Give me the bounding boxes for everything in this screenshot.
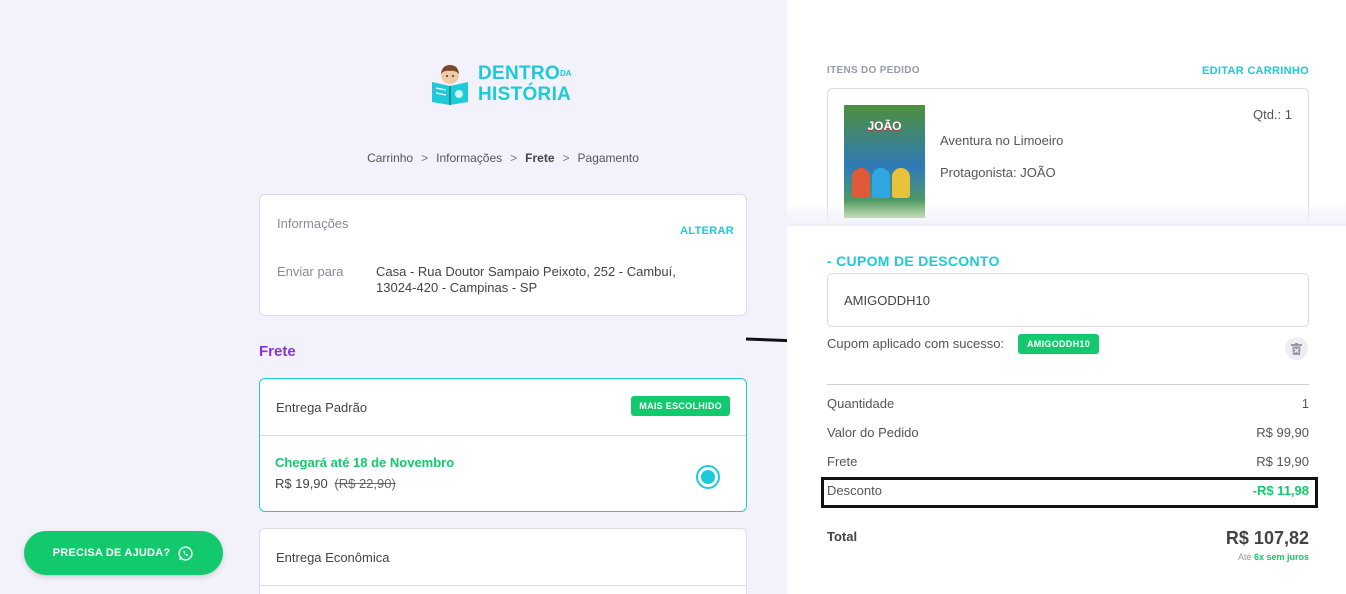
change-info-link[interactable]: ALTERAR xyxy=(680,225,734,237)
summary-value: 1 xyxy=(1301,396,1309,411)
help-whatsapp-button[interactable]: PRECISA DE AJUDA? xyxy=(24,531,223,575)
book-cover-title: JOÃO xyxy=(867,119,902,133)
coupon-success-text: Cupom aplicado com sucesso: xyxy=(827,336,1005,351)
total-value: R$ 107,82 xyxy=(1225,528,1309,548)
summary-freight-row: Frete R$ 19,90 xyxy=(827,454,1309,469)
breadcrumb-payment: Pagamento xyxy=(577,151,639,165)
shipping-option-name: Entrega Padrão xyxy=(276,400,368,415)
shipping-option-name: Entrega Econômica xyxy=(276,550,390,565)
cover-character xyxy=(872,168,890,198)
total-label: Total xyxy=(827,529,858,544)
whatsapp-icon xyxy=(178,545,193,561)
shipping-option-standard[interactable]: Entrega Padrão MAIS ESCOLHIDO Chegará at… xyxy=(259,378,747,512)
remove-coupon-button[interactable] xyxy=(1285,337,1308,360)
summary-value: R$ 19,90 xyxy=(1256,454,1309,469)
divider xyxy=(260,585,746,586)
old-price: (R$ 22,90) xyxy=(334,476,396,491)
divider xyxy=(827,384,1309,385)
shipping-price: R$ 19,90 (R$ 22,90) xyxy=(275,476,396,491)
breadcrumb-cart[interactable]: Carrinho xyxy=(367,151,413,165)
summary-label: Valor do Pedido xyxy=(827,425,919,440)
item-protagonist: Protagonista: JOÃO xyxy=(940,165,1056,180)
reading-child-icon xyxy=(432,65,468,105)
info-summary-card: Informações ALTERAR Enviar para Casa - R… xyxy=(259,194,747,316)
discount-highlight-box xyxy=(821,477,1318,508)
summary-label: Quantidade xyxy=(827,396,895,411)
summary-quantity-row: Quantidade 1 xyxy=(827,396,1309,411)
brand-name: DENTRODA HISTÓRIA xyxy=(478,63,572,105)
summary-label: Frete xyxy=(827,454,858,469)
help-button-label: PRECISA DE AJUDA? xyxy=(52,547,171,559)
shipping-address: Casa - Rua Doutor Sampaio Peixoto, 252 -… xyxy=(376,264,676,295)
freight-section-title: Frete xyxy=(259,343,296,360)
summary-order-value-row: Valor do Pedido R$ 99,90 xyxy=(827,425,1309,440)
brand-logo[interactable]: DENTRODA HISTÓRIA xyxy=(428,62,572,106)
most-chosen-badge: MAIS ESCOLHIDO xyxy=(631,396,730,416)
item-quantity: Qtd.: 1 xyxy=(1252,107,1292,122)
breadcrumb-info[interactable]: Informações xyxy=(436,151,502,165)
breadcrumb-freight: Frete xyxy=(525,151,555,165)
applied-coupon-badge: AMIGODDH10 xyxy=(1018,334,1100,354)
breadcrumb-separator: > xyxy=(421,151,429,165)
order-summary-column: ITENS DO PEDIDO EDITAR CARRINHO JOÃO Qtd… xyxy=(787,0,1346,594)
item-name: Aventura no Limoeiro xyxy=(940,133,1064,148)
order-items-title: ITENS DO PEDIDO xyxy=(827,65,920,76)
coupon-section-title[interactable]: - CUPOM DE DESCONTO xyxy=(827,253,1000,269)
cover-character xyxy=(892,168,910,198)
divider xyxy=(260,435,746,436)
summary-value: R$ 99,90 xyxy=(1256,425,1309,440)
shipping-radio-selected[interactable] xyxy=(696,465,720,489)
breadcrumb-separator: > xyxy=(562,151,570,165)
edit-cart-link[interactable]: EDITAR CARRINHO xyxy=(1202,65,1309,77)
checkout-form-column: DENTRODA HISTÓRIA Carrinho > Informações > F… xyxy=(0,0,787,594)
coupon-and-totals-panel: - CUPOM DE DESCONTO Cupom aplicado com s… xyxy=(787,226,1346,594)
coupon-input[interactable] xyxy=(827,273,1309,327)
ship-to-label: Enviar para xyxy=(277,264,344,279)
scroll-fade xyxy=(787,200,1346,226)
cover-character xyxy=(852,168,870,198)
breadcrumb-separator: > xyxy=(510,151,518,165)
trash-icon xyxy=(1291,342,1302,355)
shipping-option-economy[interactable]: Entrega Econômica xyxy=(259,528,747,594)
installments-note: Até 6x sem juros xyxy=(1237,552,1309,562)
info-title: Informações xyxy=(277,216,349,231)
delivery-eta: Chegará até 18 de Novembro xyxy=(275,455,455,470)
